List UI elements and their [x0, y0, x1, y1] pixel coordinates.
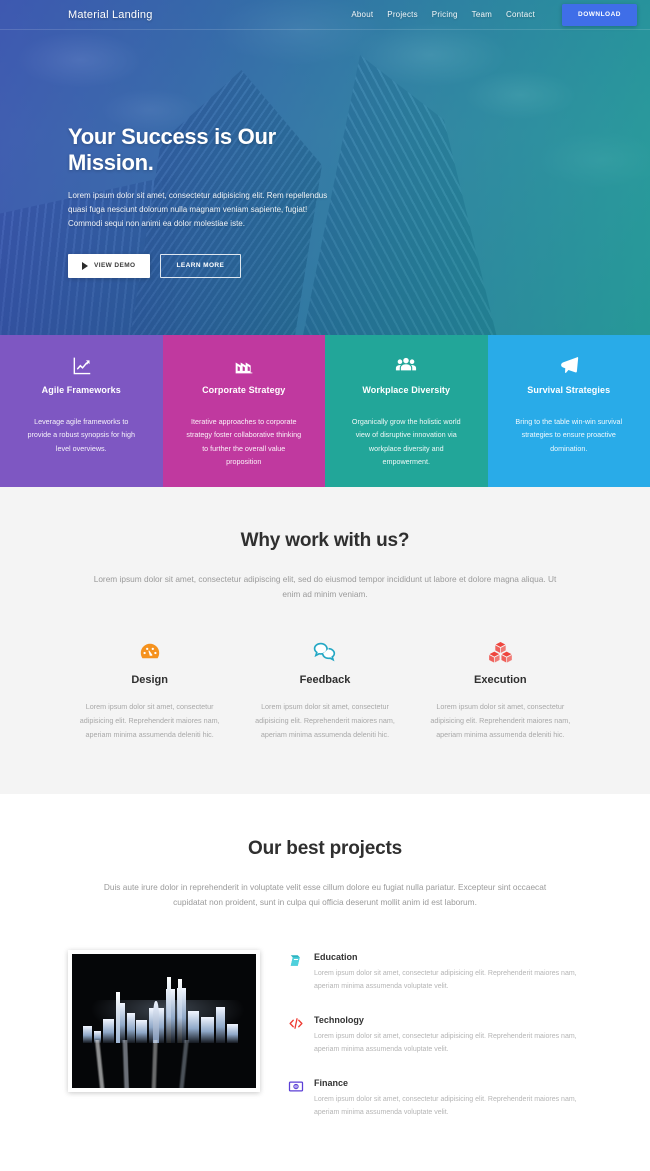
nav-item-pricing[interactable]: Pricing: [432, 10, 458, 19]
why-column-title: Execution: [427, 674, 574, 686]
nav-links: About Projects Pricing Team Contact DOWN…: [351, 4, 637, 26]
project-item-text: Lorem ipsum dolor sit amet, consectetur …: [314, 968, 582, 994]
projects-section-title: Our best projects: [0, 838, 650, 860]
project-item-text: Lorem ipsum dolor sit amet, consectetur …: [314, 1094, 582, 1120]
hero-content: Your Success is Our Mission. Lorem ipsum…: [68, 124, 358, 278]
why-column-text: Lorem ipsum dolor sit amet, consectetur …: [76, 700, 223, 742]
play-icon: [82, 262, 88, 270]
projects-section-subtitle: Duis aute irure dolor in reprehenderit i…: [90, 880, 560, 911]
why-column-text: Lorem ipsum dolor sit amet, consectetur …: [251, 700, 398, 742]
boxes-icon: [427, 639, 574, 665]
learn-more-button[interactable]: LEARN MORE: [160, 254, 242, 278]
why-columns: Design Lorem ipsum dolor sit amet, conse…: [0, 639, 650, 742]
feature-card-text: Organically grow the holistic world view…: [347, 415, 466, 468]
download-button[interactable]: DOWNLOAD: [562, 4, 637, 26]
why-column-execution: Execution Lorem ipsum dolor sit amet, co…: [413, 639, 588, 742]
feature-card-text: Iterative approaches to corporate strate…: [185, 415, 304, 468]
why-column-title: Feedback: [251, 674, 398, 686]
factory-icon: [234, 353, 254, 377]
why-column-title: Design: [76, 674, 223, 686]
megaphone-icon: [558, 353, 580, 377]
money-icon: [288, 1078, 305, 1120]
projects-body: Education Lorem ipsum dolor sit amet, co…: [0, 950, 650, 1141]
why-section-title: Why work with us?: [0, 530, 650, 552]
feature-card-title: Corporate Strategy: [202, 385, 285, 395]
gauge-icon: [76, 639, 223, 665]
feature-card-title: Agile Frameworks: [42, 385, 121, 395]
brand-logo[interactable]: Material Landing: [68, 9, 153, 21]
why-work-with-us-section: Why work with us? Lorem ipsum dolor sit …: [0, 487, 650, 794]
book-icon: [288, 952, 305, 994]
hero-title: Your Success is Our Mission.: [68, 124, 358, 176]
chart-line-icon: [71, 353, 92, 377]
code-icon: [288, 1015, 305, 1057]
project-item-education[interactable]: Education Lorem ipsum dolor sit amet, co…: [288, 952, 582, 994]
project-item-name: Education: [314, 952, 582, 962]
project-item-text: Lorem ipsum dolor sit amet, consectetur …: [314, 1031, 582, 1057]
hero-button-group: VIEW DEMO LEARN MORE: [68, 254, 358, 278]
view-demo-button[interactable]: VIEW DEMO: [68, 254, 150, 278]
feature-card-text: Bring to the table win-win survival stra…: [510, 415, 629, 455]
top-navbar: Material Landing About Projects Pricing …: [0, 0, 650, 30]
hero-section: Material Landing About Projects Pricing …: [0, 0, 650, 335]
night-city-skyline-photo: [72, 954, 256, 1088]
feature-card-title: Workplace Diversity: [362, 385, 450, 395]
users-group-icon: [395, 353, 417, 377]
why-column-feedback: Feedback Lorem ipsum dolor sit amet, con…: [237, 639, 412, 742]
feature-card-corporate-strategy[interactable]: Corporate Strategy Iterative approaches …: [163, 335, 326, 487]
project-item-name: Technology: [314, 1015, 582, 1025]
feature-card-title: Survival Strategies: [527, 385, 610, 395]
light-trails: [72, 1040, 256, 1088]
project-image-frame: [68, 950, 260, 1092]
project-item-technology[interactable]: Technology Lorem ipsum dolor sit amet, c…: [288, 1015, 582, 1057]
feature-cards-section: Agile Frameworks Leverage agile framewor…: [0, 335, 650, 487]
feature-card-survival-strategies[interactable]: Survival Strategies Bring to the table w…: [488, 335, 650, 487]
projects-list: Education Lorem ipsum dolor sit amet, co…: [288, 950, 582, 1141]
nav-item-contact[interactable]: Contact: [506, 10, 535, 19]
feature-card-text: Leverage agile frameworks to provide a r…: [22, 415, 141, 455]
feature-card-workplace-diversity[interactable]: Workplace Diversity Organically grow the…: [325, 335, 488, 487]
speech-bubbles-icon: [251, 639, 398, 665]
project-item-name: Finance: [314, 1078, 582, 1088]
nav-item-team[interactable]: Team: [472, 10, 492, 19]
nav-item-projects[interactable]: Projects: [387, 10, 418, 19]
view-demo-label: VIEW DEMO: [94, 262, 136, 269]
hero-subtitle: Lorem ipsum dolor sit amet, consectetur …: [68, 189, 340, 232]
why-column-design: Design Lorem ipsum dolor sit amet, conse…: [62, 639, 237, 742]
why-section-subtitle: Lorem ipsum dolor sit amet, consectetur …: [90, 572, 560, 603]
why-column-text: Lorem ipsum dolor sit amet, consectetur …: [427, 700, 574, 742]
projects-section: Our best projects Duis aute irure dolor …: [0, 794, 650, 1171]
feature-card-agile-frameworks[interactable]: Agile Frameworks Leverage agile framewor…: [0, 335, 163, 487]
nav-item-about[interactable]: About: [351, 10, 373, 19]
project-item-finance[interactable]: Finance Lorem ipsum dolor sit amet, cons…: [288, 1078, 582, 1120]
